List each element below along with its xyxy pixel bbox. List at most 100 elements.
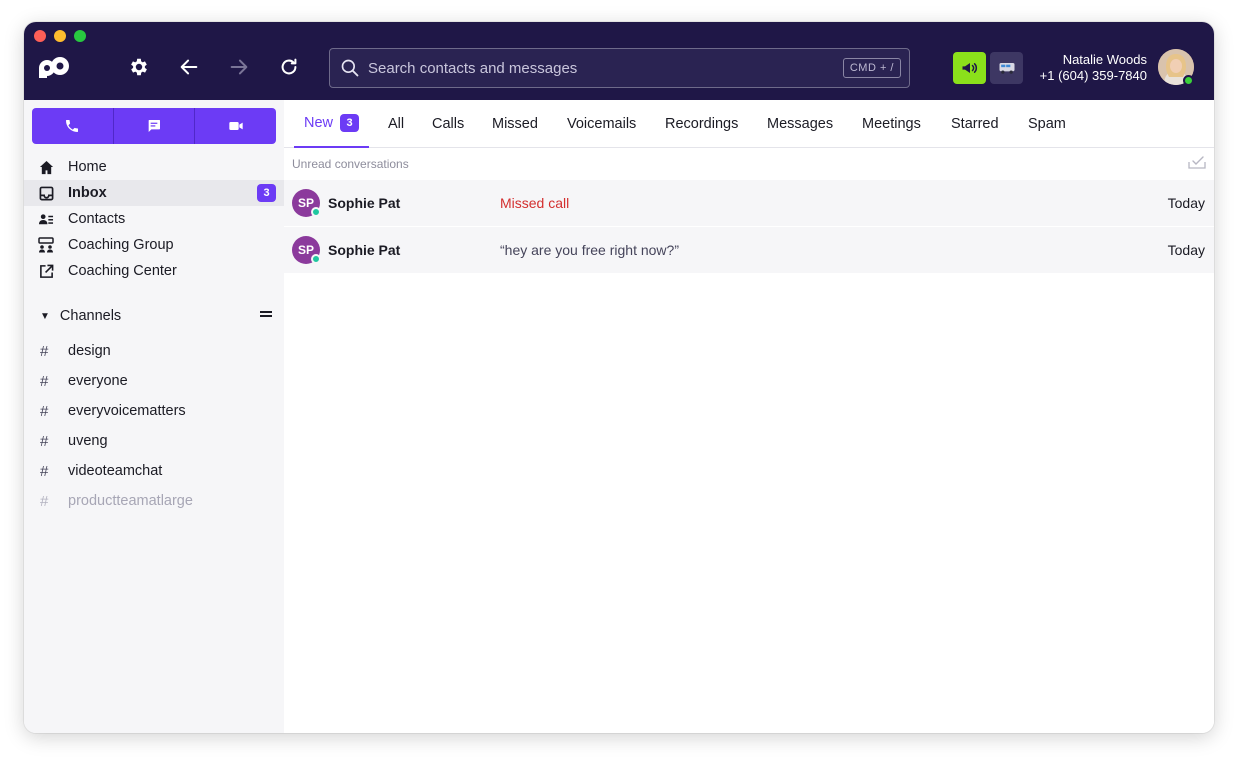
tab-label: All [388, 116, 405, 132]
conversation-row[interactable]: SP Sophie Pat Missed call Today [284, 180, 1214, 226]
message-icon [148, 120, 160, 132]
tab-spam[interactable]: Spam [1028, 100, 1066, 148]
sidebar-item-coaching-group[interactable]: Coaching Group [24, 232, 284, 258]
megaphone-icon [962, 63, 977, 73]
channel-name: productteamatlarge [68, 493, 193, 509]
megaphone-status-button[interactable] [953, 52, 986, 84]
section-label: Unread conversations [292, 157, 409, 171]
quick-actions [32, 108, 276, 144]
sidebar-item-label: Contacts [68, 211, 126, 227]
zoom-window-button[interactable] [74, 30, 86, 42]
channel-name: everyone [68, 373, 128, 389]
tab-all[interactable]: All [388, 100, 404, 148]
main-panel: New 3 All Calls Missed Voicemails Record… [284, 100, 1214, 733]
tab-label: Recordings [665, 116, 739, 132]
refresh-icon[interactable] [276, 54, 302, 80]
tab-label: Voicemails [567, 116, 637, 132]
tab-messages[interactable]: Messages [767, 100, 833, 148]
presence-indicator [311, 254, 321, 264]
tab-new-badge: 3 [340, 114, 360, 132]
channel-item[interactable]: # everyvoicematters [24, 396, 284, 426]
dialpad-logo-icon[interactable] [36, 54, 72, 80]
channels-header[interactable]: ▼ Channels [40, 306, 272, 326]
conversation-preview: Missed call [500, 195, 570, 211]
user-name: Natalie Woods [1062, 52, 1147, 67]
tab-recordings[interactable]: Recordings [665, 100, 738, 148]
user-phone: +1 (604) 359-7840 [1039, 68, 1147, 83]
channel-name: design [68, 343, 111, 359]
tab-missed[interactable]: Missed [492, 100, 538, 148]
mark-all-read-icon[interactable] [1188, 155, 1206, 169]
channel-item[interactable]: # productteamatlarge [24, 486, 284, 516]
inbox-unread-badge: 3 [257, 184, 276, 202]
close-window-button[interactable] [34, 30, 46, 42]
hash-icon: # [40, 402, 49, 420]
search-input[interactable] [368, 59, 843, 77]
sidebar-item-coaching-center[interactable]: Coaching Center [24, 258, 284, 284]
channel-item[interactable]: # uveng [24, 426, 284, 456]
hash-icon: # [40, 372, 49, 390]
sidebar-item-label: Inbox [68, 185, 107, 201]
channel-item[interactable]: # videoteamchat [24, 456, 284, 486]
sidebar-item-home[interactable]: Home [24, 154, 284, 180]
search-bar[interactable]: CMD + / [329, 48, 910, 88]
external-link-icon [38, 263, 54, 279]
gear-icon[interactable] [126, 54, 152, 80]
conversation-row[interactable]: SP Sophie Pat “hey are you free right no… [284, 227, 1214, 273]
video-icon [229, 122, 243, 130]
tab-new[interactable]: New 3 [294, 100, 370, 148]
hash-icon: # [40, 462, 49, 480]
van-status-button[interactable] [990, 52, 1023, 84]
tab-calls[interactable]: Calls [432, 100, 464, 148]
tab-label: Messages [767, 116, 834, 132]
minimize-window-button[interactable] [54, 30, 66, 42]
sidebar-item-label: Coaching Center [68, 263, 177, 279]
hash-icon: # [40, 342, 49, 360]
sidebar-item-inbox[interactable]: Inbox 3 [24, 180, 284, 206]
collapse-triangle-icon[interactable]: ▼ [40, 311, 50, 322]
channel-list: # design # everyone # everyvoicematters … [24, 336, 284, 516]
channel-name: videoteamchat [68, 463, 163, 479]
call-button[interactable] [32, 108, 114, 144]
user-info[interactable]: Natalie Woods +1 (604) 359-7840 [1040, 52, 1147, 84]
home-icon [38, 159, 54, 175]
sidebar-item-contacts[interactable]: Contacts [24, 206, 284, 232]
video-button[interactable] [195, 108, 276, 144]
sidebar-item-label: Coaching Group [68, 237, 174, 253]
channel-name: everyvoicematters [68, 403, 186, 419]
sidebar: Home Inbox 3 Contacts Coaching Group Coa… [24, 100, 284, 733]
inbox-tabs: New 3 All Calls Missed Voicemails Record… [284, 100, 1214, 148]
presence-indicator [1183, 75, 1194, 86]
presence-indicator [311, 207, 321, 217]
search-shortcut-hint: CMD + / [842, 58, 901, 78]
tab-label: Calls [432, 116, 465, 132]
message-button[interactable] [113, 108, 196, 144]
arrow-right-icon[interactable] [226, 54, 252, 80]
contacts-icon [38, 211, 54, 227]
sidebar-nav: Home Inbox 3 Contacts Coaching Group Coa… [24, 154, 284, 284]
tab-voicemails[interactable]: Voicemails [567, 100, 636, 148]
channel-name: uveng [68, 433, 108, 449]
channel-item[interactable]: # design [24, 336, 284, 366]
van-icon [999, 63, 1014, 74]
window-controls [34, 30, 86, 42]
contact-name: Sophie Pat [328, 242, 401, 258]
channel-item[interactable]: # everyone [24, 366, 284, 396]
tab-label: Missed [492, 116, 538, 132]
top-bar: CMD + / Natalie Woods +1 (604) 359-7840 [24, 22, 1214, 100]
arrow-left-icon[interactable] [176, 54, 202, 80]
coaching-group-icon [38, 237, 54, 253]
contact-name: Sophie Pat [328, 195, 401, 211]
search-icon [341, 59, 359, 77]
tab-label: Starred [951, 116, 999, 132]
channels-title: Channels [59, 308, 122, 324]
tab-label: Meetings [862, 116, 921, 132]
app-window: CMD + / Natalie Woods +1 (604) 359-7840 [24, 22, 1214, 733]
tab-starred[interactable]: Starred [951, 100, 999, 148]
channels-menu-icon[interactable] [260, 311, 272, 317]
tab-label: New [304, 115, 334, 131]
tab-meetings[interactable]: Meetings [862, 100, 921, 148]
hash-icon: # [40, 432, 49, 450]
inbox-icon [38, 185, 54, 201]
sidebar-item-label: Home [68, 159, 107, 175]
